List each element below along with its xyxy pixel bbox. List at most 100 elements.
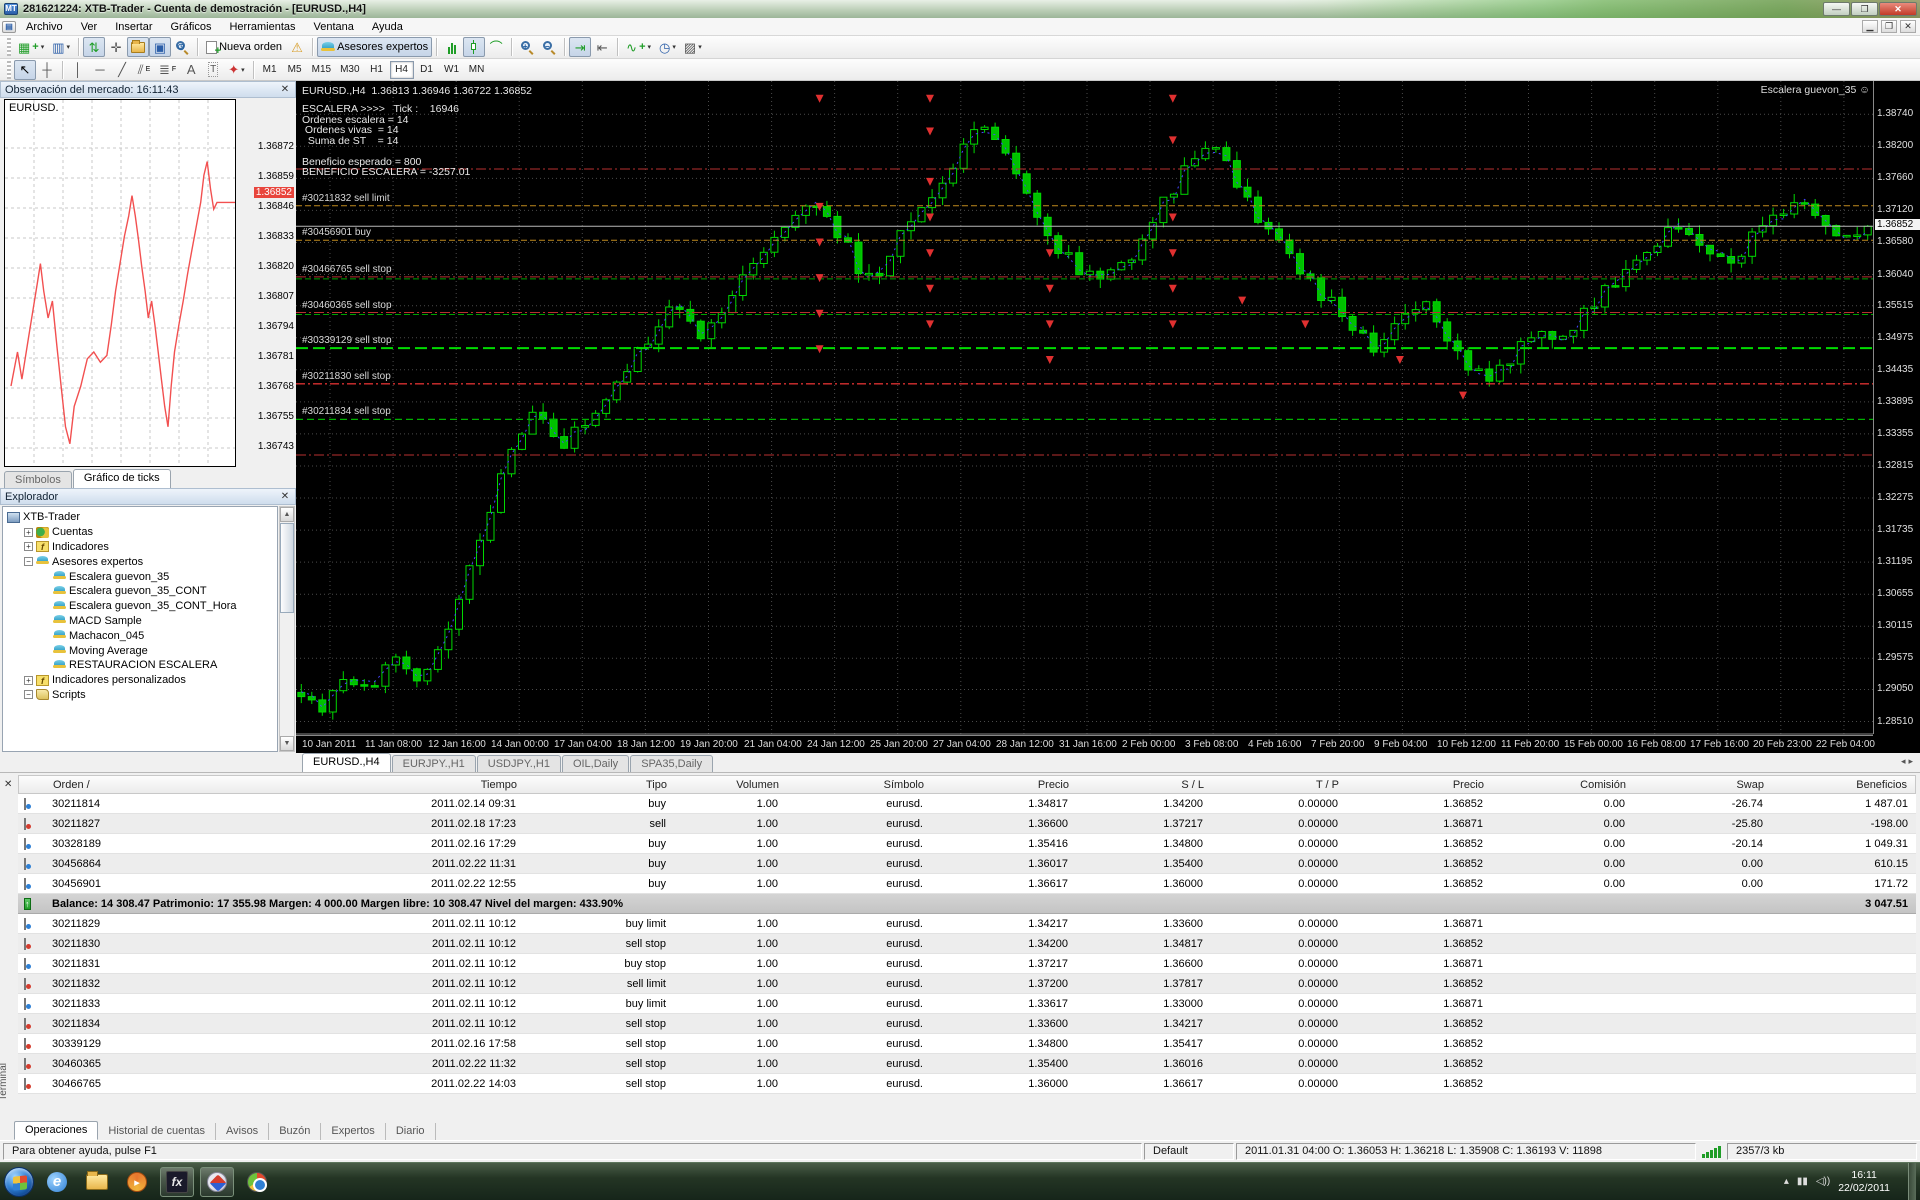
taskbar-metatrader-fx-icon[interactable]: fx [160,1167,194,1197]
tree-item-cuentas[interactable]: +Cuentas [3,525,277,540]
taskbar-media-player-icon[interactable]: ▸ [120,1167,154,1197]
time-axis[interactable]: 10 Jan 201111 Jan 08:0012 Jan 16:0014 Ja… [296,735,1873,753]
tree-item-moving-average[interactable]: Moving Average [3,643,277,658]
new-chart-button[interactable]: ▦+▾ [14,37,48,57]
channel-tool[interactable]: ⫽E [133,60,155,80]
fibonacci-tool[interactable]: ≣F [155,60,180,80]
mdi-minimize-button[interactable]: ▁ [1862,20,1878,33]
tray-network-icon[interactable]: ▮▮ [1797,1176,1808,1187]
tab-scroll-arrows[interactable]: ◂▸ [1901,756,1916,767]
terminal-tab-avisos[interactable]: Avisos [216,1123,269,1140]
scroll-down-icon[interactable]: ▼ [280,736,294,751]
price-scale[interactable]: 1.387401.382001.376601.371201.365801.360… [1873,81,1920,734]
taskbar-ie-icon[interactable]: e [40,1167,74,1197]
timeframe-mn[interactable]: MN [465,61,489,79]
timeframe-d1[interactable]: D1 [415,61,439,79]
mdi-restore-button[interactable]: ❐ [1881,20,1897,33]
navigator-close-icon[interactable]: ✕ [279,491,291,502]
chart-tab-spa35-daily[interactable]: SPA35,Daily [630,755,713,772]
menu-insertar[interactable]: Insertar [107,19,160,35]
column-header[interactable]: Comisión [1492,779,1634,791]
chart-shift-button[interactable]: ⇤ [591,37,613,57]
column-header[interactable]: Precio [1347,779,1492,791]
timeframe-m15[interactable]: M15 [308,61,335,79]
order-row-30211833[interactable]: 302118332011.02.11 10:12buy limit1.00eur… [18,994,1916,1014]
terminal-tab-operaciones[interactable]: Operaciones [14,1121,98,1140]
column-header[interactable]: T / P [1212,779,1347,791]
main-chart[interactable]: EURUSD.,H4 1.36813 1.36946 1.36722 1.368… [296,81,1920,753]
order-row-30211834[interactable]: 302118342011.02.11 10:12sell stop1.00eur… [18,1014,1916,1034]
taskbar-explorer-icon[interactable] [80,1167,114,1197]
collapse-icon[interactable]: − [24,690,33,699]
tree-item-scripts[interactable]: −Scripts [3,688,277,703]
tree-item-xtb-trader[interactable]: XTB-Trader [3,510,277,525]
tree-item-escalera-guevon-35-cont[interactable]: Escalera guevon_35_CONT [3,584,277,599]
column-header[interactable]: Precio [932,779,1077,791]
tray-volume-icon[interactable]: ◁)) [1816,1176,1830,1187]
scroll-up-icon[interactable]: ▲ [280,507,294,522]
cursor-tool[interactable]: ↖ [14,60,36,80]
collapse-icon[interactable]: − [24,557,33,566]
order-row-30211829[interactable]: 302118292011.02.11 10:12buy limit1.00eur… [18,914,1916,934]
column-header[interactable]: Tipo [525,779,675,791]
new-order-button[interactable]: Nueva orden [202,37,286,57]
vertical-line-tool[interactable]: │ [67,60,89,80]
status-profile[interactable]: Default [1144,1143,1234,1160]
bar-chart-button[interactable] [441,37,463,57]
tray-show-hidden-icon[interactable]: ▴ [1784,1176,1789,1187]
chart-tab-eurjpy-h1[interactable]: EURJPY.,H1 [392,755,476,772]
toolbar-grip[interactable] [7,38,11,56]
timeframe-m30[interactable]: M30 [336,61,363,79]
column-header[interactable]: Beneficios [1772,779,1915,791]
candlestick-button[interactable] [463,37,485,57]
order-row-30211814[interactable]: 302118142011.02.14 09:31buy1.00eurusd.1.… [18,794,1916,814]
tree-item-indicadores[interactable]: +fIndicadores [3,540,277,555]
column-header[interactable]: Tiempo [195,779,525,791]
market-watch-close-icon[interactable]: ✕ [279,84,291,95]
horizontal-line-tool[interactable]: ─ [89,60,111,80]
navigator-header[interactable]: Explorador ✕ [0,488,296,505]
start-button[interactable] [4,1167,34,1197]
order-row-30460365[interactable]: 304603652011.02.22 11:32sell stop1.00eur… [18,1054,1916,1074]
navigator-toggle[interactable] [127,37,149,57]
taskbar-metatrader-icon[interactable] [200,1167,234,1197]
taskbar-chrome-icon[interactable] [240,1167,274,1197]
tree-item-machacon-045[interactable]: Machacon_045 [3,628,277,643]
indicators-button[interactable]: ∿+▾ [622,37,655,57]
data-window-button[interactable]: ✛ [105,37,127,57]
terminal-tab-expertos[interactable]: Expertos [321,1123,385,1140]
timeframe-h1[interactable]: H1 [365,61,389,79]
order-row-30339129[interactable]: 303391292011.02.16 17:58sell stop1.00eur… [18,1034,1916,1054]
chart-tab-oil-daily[interactable]: OIL,Daily [562,755,629,772]
tree-item-indicadores-personalizados[interactable]: +fIndicadores personalizados [3,673,277,688]
expand-icon[interactable]: + [24,528,33,537]
taskbar-clock[interactable]: 16:11 22/02/2011 [1838,1169,1900,1195]
market-watch-tab-s-mbolos[interactable]: Símbolos [4,471,72,488]
tree-item-escalera-guevon-35[interactable]: Escalera guevon_35 [3,569,277,584]
terminal-close-icon[interactable]: ✕ [4,779,12,790]
templates-button[interactable]: ▨▾ [680,37,706,57]
auto-scroll-button[interactable]: ⇥ [569,37,591,57]
text-label-tool[interactable]: T [202,60,224,80]
expand-icon[interactable]: + [24,542,33,551]
mdi-child-icon[interactable]: ▤ [2,21,16,33]
metaeditor-button[interactable]: ⚠ [286,37,308,57]
title-bar[interactable]: MT 281621224: XTB-Trader - Cuenta de dem… [0,0,1920,18]
menu-ver[interactable]: Ver [73,19,106,35]
expand-icon[interactable]: + [24,676,33,685]
chart-tab-usdjpy-h1[interactable]: USDJPY.,H1 [477,755,561,772]
menu-graficos[interactable]: Gráficos [163,19,220,35]
show-desktop-button[interactable] [1908,1163,1916,1200]
tree-item-escalera-guevon-35-cont-hora[interactable]: Escalera guevon_35_CONT_Hora [3,599,277,614]
text-tool[interactable]: A [180,60,202,80]
terminal-tab-buz-n[interactable]: Buzón [269,1123,321,1140]
order-row-30456901[interactable]: 304569012011.02.22 12:55buy1.00eurusd.1.… [18,874,1916,894]
tree-item-asesores-expertos[interactable]: −Asesores expertos [3,554,277,569]
column-header[interactable]: Orden / [45,779,195,791]
navigator-scrollbar[interactable]: ▲ ▼ [279,506,295,752]
chart-tab-eurusd-h4[interactable]: EURUSD.,H4 [302,753,391,772]
strategy-tester-button[interactable]: ◷ [171,37,193,57]
scrollbar-thumb[interactable] [280,523,294,613]
timeframe-m5[interactable]: M5 [283,61,307,79]
tree-item-restauracion-escalera[interactable]: RESTAURACION ESCALERA [3,658,277,673]
